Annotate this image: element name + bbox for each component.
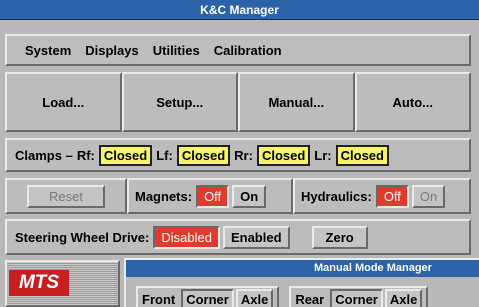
magnets-label: Magnets:	[135, 188, 193, 204]
steering-row: Steering Wheel Drive: Disabled Enabled Z…	[5, 219, 471, 255]
hydraulics-cell: Hydraulics: Off On	[293, 178, 471, 214]
manual-mode-title: Manual Mode Manager	[126, 260, 479, 277]
rear-corner-button[interactable]: Corner	[330, 288, 383, 307]
hydraulics-on-button[interactable]: On	[411, 184, 446, 208]
clamps-label: Clamps –	[15, 147, 73, 163]
controls-row: Reset Magnets: Off On Hydraulics: Off On	[5, 178, 471, 214]
mts-logo: MTS	[5, 260, 120, 307]
hydraulics-label: Hydraulics:	[301, 188, 372, 204]
clamp-rr-status[interactable]: Closed	[256, 144, 311, 166]
clamp-rf-status[interactable]: Closed	[98, 144, 153, 166]
manual-mode-window: Manual Mode Manager Front Corner Axle Re…	[124, 258, 479, 307]
window-title: K&C Manager	[0, 0, 479, 20]
front-corner-button[interactable]: Corner	[181, 288, 234, 307]
menu-bar: System Displays Utilities Calibration	[5, 34, 471, 66]
rear-axle-button[interactable]: Axle	[384, 288, 423, 307]
clamp-lf-status[interactable]: Closed	[176, 144, 231, 166]
manual-button[interactable]: Manual...	[238, 72, 355, 132]
action-buttons: Load... Setup... Manual... Auto...	[5, 72, 471, 132]
menu-system[interactable]: System	[25, 43, 71, 58]
clamp-lr-status[interactable]: Closed	[335, 144, 389, 166]
clamp-lf-label: Lf:	[156, 147, 173, 163]
front-group: Front Corner Axle	[136, 286, 280, 307]
rear-group: Rear Corner Axle	[289, 286, 429, 307]
kc-manager-window: K&C Manager System Displays Utilities Ca…	[0, 0, 479, 307]
steering-enabled-button[interactable]: Enabled	[222, 225, 290, 249]
clamp-lr-label: Lr:	[314, 147, 332, 163]
clamps-row: Clamps – Rf: Closed Lf: Closed Rr: Close…	[5, 138, 471, 172]
zero-button[interactable]: Zero	[311, 225, 368, 249]
front-axle-button[interactable]: Axle	[235, 288, 274, 307]
rear-label: Rear	[295, 291, 325, 307]
menu-calibration[interactable]: Calibration	[214, 43, 282, 58]
clamp-rf-label: Rf:	[76, 147, 95, 163]
magnets-cell: Magnets: Off On	[127, 178, 293, 214]
magnets-off-button[interactable]: Off	[196, 184, 230, 208]
reset-cell: Reset	[5, 178, 127, 214]
load-button[interactable]: Load...	[5, 72, 122, 132]
mts-logo-mark: MTS	[9, 270, 69, 296]
menu-utilities[interactable]: Utilities	[153, 43, 200, 58]
steering-disabled-button[interactable]: Disabled	[153, 225, 220, 249]
front-label: Front	[142, 291, 176, 307]
auto-button[interactable]: Auto...	[354, 72, 471, 132]
hydraulics-off-button[interactable]: Off	[375, 184, 409, 208]
menu-displays[interactable]: Displays	[85, 43, 138, 58]
clamp-rr-label: Rr:	[234, 147, 253, 163]
setup-button[interactable]: Setup...	[121, 72, 238, 132]
reset-button[interactable]: Reset	[27, 184, 105, 208]
manual-mode-row: Front Corner Axle Rear Corner Axle	[126, 286, 429, 307]
steering-label: Steering Wheel Drive:	[15, 229, 150, 245]
magnets-on-button[interactable]: On	[232, 184, 267, 208]
